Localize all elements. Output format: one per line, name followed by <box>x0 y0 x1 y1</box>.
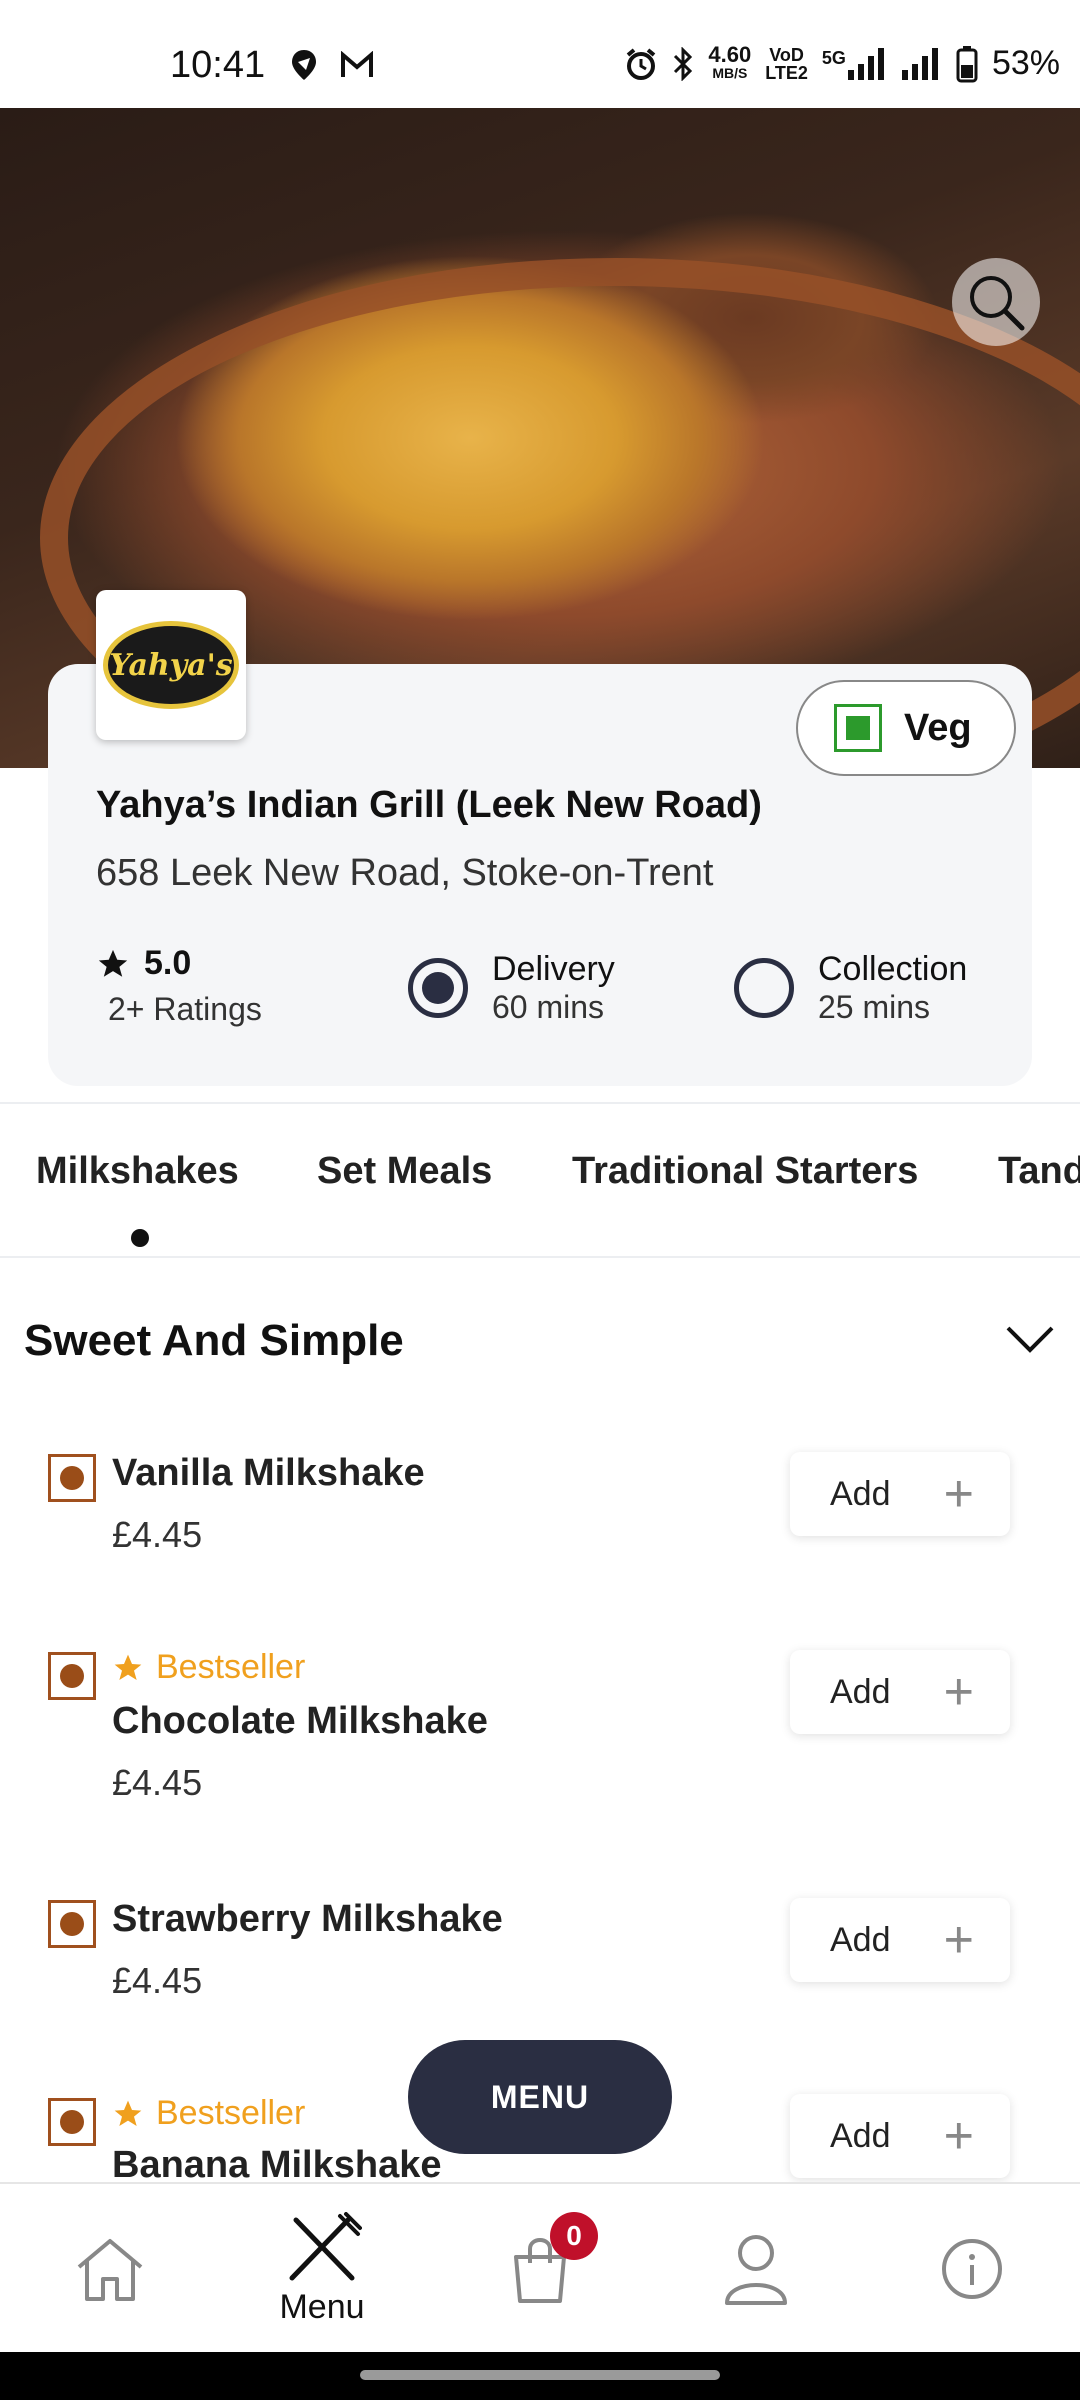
delivery-option[interactable]: Delivery 60 mins <box>408 950 615 1026</box>
tab-traditional-starters[interactable]: Traditional Starters <box>572 1150 918 1193</box>
item-name: Strawberry Milkshake <box>112 1898 503 1940</box>
nav-cart[interactable]: 0 <box>490 2184 598 2354</box>
rating-value: 5.0 <box>144 944 192 982</box>
veg-icon <box>834 704 882 752</box>
nav-home[interactable] <box>60 2184 160 2354</box>
tab-tandoori[interactable]: Tandoori <box>998 1150 1080 1193</box>
status-bar: 10:41 4.60 MB/S VoD LTE2 5G 53% <box>0 0 1080 108</box>
star-icon <box>114 1654 142 1680</box>
home-icon <box>77 2239 143 2301</box>
search-icon <box>970 276 1025 331</box>
signal-icon-2 <box>901 47 938 80</box>
add-button[interactable]: Add + <box>790 1898 1010 1982</box>
section-title: Sweet And Simple <box>24 1316 404 1365</box>
search-button[interactable] <box>952 258 1040 346</box>
alarm-icon <box>627 47 656 80</box>
add-button[interactable]: Add + <box>790 2094 1010 2178</box>
restaurant-logo: Yahya's <box>96 590 246 740</box>
user-icon <box>725 2235 787 2305</box>
signal-icon <box>847 47 884 80</box>
menu-floating-button[interactable]: MENU <box>408 2040 672 2154</box>
bestseller-badge: Bestseller <box>112 1648 305 1687</box>
plus-icon: + <box>943 1663 974 1721</box>
info-icon <box>942 2239 1002 2299</box>
veg-filter-toggle[interactable]: Veg <box>796 680 1016 776</box>
collection-label: Collection <box>818 950 968 988</box>
collection-radio[interactable] <box>734 958 794 1018</box>
non-veg-icon <box>48 1454 96 1502</box>
status-time: 10:41 <box>170 44 266 86</box>
veg-filter-label: Veg <box>904 706 972 749</box>
delivery-label: Delivery <box>492 950 615 988</box>
nav-menu-label: Menu <box>279 2287 365 2326</box>
divider <box>0 1102 1080 1104</box>
home-gesture-handle[interactable] <box>360 2370 720 2380</box>
star-icon <box>114 2100 142 2126</box>
bottom-navigation: Menu 0 <box>0 2182 1080 2352</box>
system-gesture-bar <box>0 2352 1080 2400</box>
network-speed: 4.60 MB/S <box>708 41 752 81</box>
plus-icon: + <box>943 1465 974 1523</box>
fork-knife-icon <box>289 2211 362 2280</box>
item-price: £4.45 <box>112 1762 203 1803</box>
delivery-radio[interactable] <box>408 958 468 1018</box>
gmail-icon <box>341 51 373 77</box>
rating-summary: 5.0 2+ Ratings <box>96 944 262 1028</box>
signal-5g: 5G <box>822 47 888 80</box>
divider <box>0 1256 1080 1258</box>
nav-profile[interactable] <box>706 2184 806 2354</box>
restaurant-address: 658 Leek New Road, Stoke-on-Trent <box>96 852 714 894</box>
collection-option[interactable]: Collection 25 mins <box>734 950 967 1026</box>
star-icon <box>98 949 128 977</box>
bluetooth-icon <box>674 46 693 81</box>
non-veg-icon <box>48 1900 96 1948</box>
category-tabs: Milkshakes Set Meals Traditional Starter… <box>0 1140 1080 1220</box>
chevron-down-icon[interactable] <box>1004 1322 1056 1358</box>
nav-info[interactable] <box>922 2184 1022 2354</box>
nav-menu[interactable]: Menu <box>262 2184 382 2354</box>
ratings-count: 2+ Ratings <box>108 991 262 1027</box>
item-price: £4.45 <box>112 1960 203 2001</box>
item-name: Banana Milkshake <box>112 2144 442 2186</box>
restaurant-name: Yahya’s Indian Grill (Leek New Road) <box>96 784 762 826</box>
add-button[interactable]: Add + <box>790 1452 1010 1536</box>
item-name: Vanilla Milkshake <box>112 1452 425 1494</box>
location-icon <box>292 50 316 80</box>
cart-count-badge: 0 <box>550 2212 598 2260</box>
tab-set-meals[interactable]: Set Meals <box>317 1150 492 1193</box>
item-name: Chocolate Milkshake <box>112 1700 488 1742</box>
plus-icon: + <box>943 1911 974 1969</box>
bestseller-badge: Bestseller <box>112 2094 305 2133</box>
volte-indicator: VoD LTE2 <box>765 44 808 83</box>
item-price: £4.45 <box>112 1514 203 1555</box>
active-tab-indicator <box>131 1229 149 1247</box>
non-veg-icon <box>48 2098 96 2146</box>
plus-icon: + <box>943 2107 974 2165</box>
non-veg-icon <box>48 1652 96 1700</box>
battery-percent: 53% <box>991 44 1060 82</box>
add-button[interactable]: Add + <box>790 1650 1010 1734</box>
tab-milkshakes[interactable]: Milkshakes <box>36 1150 239 1193</box>
battery-icon <box>956 45 978 82</box>
delivery-time: 60 mins <box>492 989 605 1025</box>
collection-time: 25 mins <box>818 989 931 1025</box>
